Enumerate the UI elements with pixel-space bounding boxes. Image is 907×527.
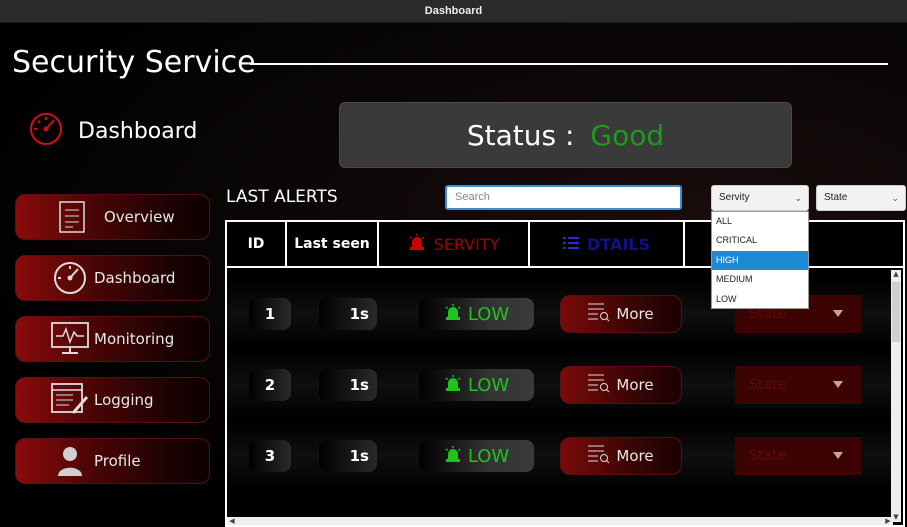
siren-icon (444, 445, 462, 467)
alert-severity: LOW (419, 298, 534, 330)
alert-last-seen: 1s (319, 369, 377, 401)
alert-id: 2 (249, 369, 291, 401)
speedometer-icon (28, 111, 64, 151)
table-row: 3 1s LOW More State (227, 422, 893, 492)
siren-icon (444, 374, 462, 396)
speedometer-icon (50, 260, 90, 296)
list-details-icon (562, 235, 579, 254)
status-value: Good (590, 118, 665, 152)
alert-severity: LOW (419, 440, 534, 472)
status-card: Status : Good (339, 102, 792, 168)
scrollbar-thumb[interactable] (892, 282, 900, 342)
state-select[interactable]: State (735, 437, 861, 475)
alerts-heading: LAST ALERTS (226, 187, 338, 207)
severity-filter-value: Servity (719, 192, 750, 203)
window-title: Dashboard (424, 5, 483, 17)
alert-last-seen: 1s (319, 440, 377, 472)
horizontal-scrollbar[interactable]: ◀ ▶ (227, 517, 893, 525)
alert-id: 3 (249, 440, 291, 472)
column-header-details[interactable]: DTAILS (530, 222, 685, 266)
state-filter-select[interactable]: State ⌄ (816, 185, 906, 211)
section-heading: Dashboard (28, 111, 197, 151)
state-select[interactable]: State (735, 366, 861, 404)
sidebar-item-label: Monitoring (94, 330, 175, 348)
triangle-down-icon (833, 452, 843, 459)
more-details-button[interactable]: More (560, 366, 682, 404)
sidebar-item-monitoring[interactable]: Monitoring (15, 316, 210, 362)
severity-filter-select[interactable]: Servity ⌄ (711, 185, 809, 211)
scroll-left-icon[interactable]: ◀ (227, 517, 237, 525)
alert-id: 1 (249, 298, 291, 330)
sidebar-item-overview[interactable]: Overview (15, 194, 210, 240)
dropdown-option-critical[interactable]: CRITICAL (712, 231, 808, 250)
sidebar-item-label: Logging (94, 391, 154, 409)
siren-icon (408, 234, 426, 254)
title-divider (250, 63, 888, 65)
vertical-scrollbar[interactable]: ▲ ▼ (891, 270, 901, 522)
dropdown-option-low[interactable]: LOW (712, 290, 808, 309)
app-title: Security Service (12, 45, 256, 80)
column-header-last-seen[interactable]: Last seen (287, 222, 379, 266)
more-details-button[interactable]: More (560, 437, 682, 475)
alert-severity: LOW (419, 369, 534, 401)
state-filter-value: State (824, 192, 848, 203)
sidebar-item-profile[interactable]: Profile (15, 438, 210, 484)
scroll-right-icon[interactable]: ▶ (883, 517, 893, 525)
triangle-down-icon (833, 310, 843, 317)
list-search-icon (588, 302, 610, 326)
document-list-icon (52, 199, 92, 235)
chevron-down-icon: ⌄ (794, 193, 802, 203)
alert-last-seen: 1s (319, 298, 377, 330)
app-window: Security Service Dashboard Overview Dash… (0, 23, 907, 527)
column-header-id[interactable]: ID (227, 222, 287, 266)
scroll-up-icon[interactable]: ▲ (891, 270, 901, 279)
status-label: Status : (466, 118, 575, 152)
sidebar-item-label: Overview (104, 208, 175, 226)
sidebar-item-label: Dashboard (94, 269, 176, 287)
siren-icon (444, 303, 462, 325)
section-heading-label: Dashboard (78, 118, 198, 144)
log-edit-icon (50, 382, 90, 418)
monitor-pulse-icon (50, 321, 90, 357)
window-titlebar: Dashboard (0, 0, 907, 23)
table-row: 2 1s LOW More State (227, 351, 893, 421)
column-header-severity[interactable]: SERVITY (379, 222, 530, 266)
user-icon (50, 443, 90, 479)
more-details-button[interactable]: More (560, 295, 682, 333)
search-input[interactable]: Search (445, 185, 682, 210)
dropdown-option-all[interactable]: ALL (712, 212, 808, 231)
dropdown-option-high[interactable]: HIGH (712, 250, 808, 271)
list-search-icon (588, 373, 610, 397)
sidebar-item-dashboard[interactable]: Dashboard (15, 255, 210, 301)
chevron-down-icon: ⌄ (891, 193, 899, 203)
dropdown-option-medium[interactable]: MEDIUM (712, 270, 808, 289)
sidebar-item-label: Profile (94, 452, 141, 470)
triangle-down-icon (833, 381, 843, 388)
sidebar-item-logging[interactable]: Logging (15, 377, 210, 423)
severity-dropdown-list: ALL CRITICAL HIGH MEDIUM LOW (711, 211, 809, 309)
list-search-icon (588, 444, 610, 468)
